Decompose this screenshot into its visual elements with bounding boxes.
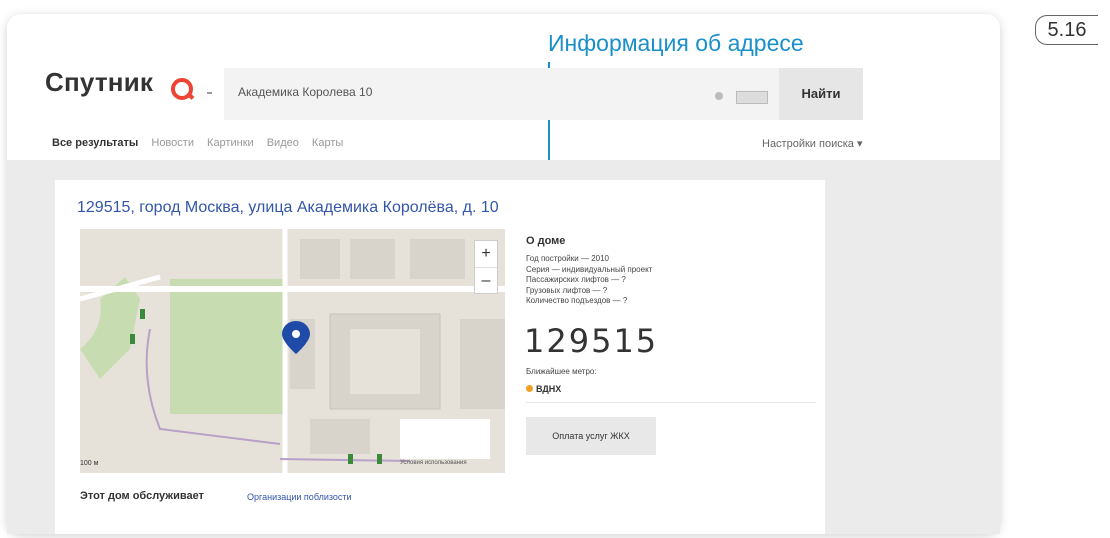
house-info-line: Год постройки — 2010 — [526, 254, 609, 263]
nearest-metro: ВДНХ — [526, 384, 561, 394]
search-input[interactable]: Академика Королева 10 — [224, 68, 779, 120]
house-info-line: Серия — индивидуальный проект — [526, 264, 653, 274]
map-scale: 100 м — [80, 460, 99, 467]
zoom-in-button[interactable]: + — [475, 241, 497, 268]
map-zoom-control: + – — [474, 240, 498, 294]
map-widget[interactable] — [80, 229, 505, 473]
search-logo-icon — [171, 78, 193, 100]
house-info-title: О доме — [526, 235, 566, 247]
location-pin-icon[interactable] — [80, 229, 505, 473]
tab-images[interactable]: Картинки — [207, 137, 254, 149]
zoom-out-button[interactable]: – — [475, 268, 497, 294]
sputnik-logo[interactable]: Спутник — [45, 67, 153, 98]
logo-separator — [207, 92, 212, 94]
search-query-text[interactable]: Академика Королева 10 — [238, 85, 372, 99]
address-info-callout: Информация об адресе — [548, 30, 804, 56]
house-info-line: Пассажирских лифтов — ? — [526, 275, 626, 284]
search-settings-link[interactable]: Настройки поиска ▾ — [762, 137, 862, 150]
metro-station: ВДНХ — [536, 384, 562, 394]
nearest-metro-label: Ближайшее метро: — [526, 367, 597, 376]
tab-news[interactable]: Новости — [151, 137, 194, 149]
serves-label: Этот дом обслуживает — [80, 490, 204, 502]
search-tabs: Все результаты Новости Картинки Видео Ка… — [52, 137, 353, 149]
house-info-list: Год постройки — 2010 Серия — индивидуаль… — [526, 254, 652, 307]
keyboard-icon[interactable] — [736, 91, 768, 104]
serves-organizations-link[interactable]: Организации поблизости — [247, 492, 352, 502]
tab-maps[interactable]: Карты — [312, 137, 343, 149]
house-info-line: Количество подъездов — ? — [526, 296, 628, 305]
search-button[interactable]: Найти — [779, 68, 863, 120]
tab-video[interactable]: Видео — [267, 137, 299, 149]
map-terms-link[interactable]: Условия использования — [400, 460, 467, 466]
house-info-line: Грузовых лифтов — ? — [526, 285, 608, 295]
pay-utilities-button[interactable]: Оплата услуг ЖКХ — [526, 417, 656, 455]
clear-search-icon[interactable] — [715, 92, 723, 100]
info-divider — [526, 402, 816, 403]
figure-number: 5.16 — [1035, 15, 1098, 45]
postal-code: 129515 — [524, 322, 659, 360]
result-title-link[interactable]: 129515, город Москва, улица Академика Ко… — [77, 199, 499, 217]
tab-all-results[interactable]: Все результаты — [52, 137, 138, 149]
metro-icon — [526, 385, 533, 392]
